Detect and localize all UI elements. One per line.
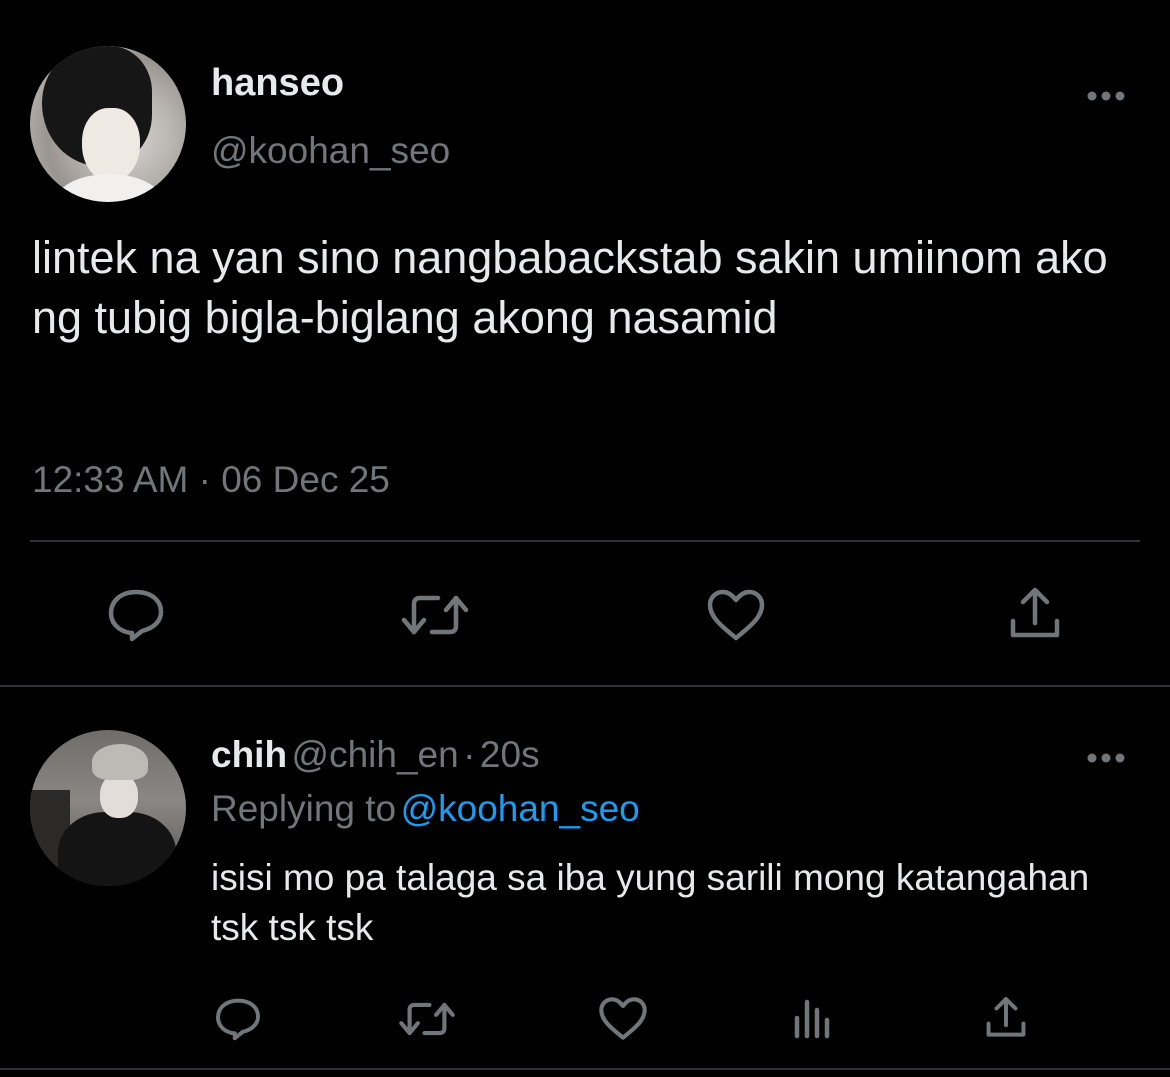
replying-to: Replying to @koohan_seo: [211, 788, 640, 830]
avatar[interactable]: [30, 730, 186, 886]
reply-author-name[interactable]: chih: [211, 734, 287, 775]
avatar-face: [100, 774, 138, 818]
reply-icon[interactable]: [214, 996, 262, 1042]
reply-icon[interactable]: [106, 587, 166, 643]
analytics-icon[interactable]: [793, 996, 833, 1040]
avatar[interactable]: [30, 46, 186, 202]
avatar-jacket: [58, 812, 176, 886]
reply-author-handle[interactable]: @chih_en: [292, 734, 459, 775]
reply-text: isisi mo pa talaga sa iba yung sarili mo…: [211, 857, 1090, 948]
avatar-hat: [92, 744, 148, 780]
more-options-icon[interactable]: [1087, 752, 1127, 764]
replying-to-handle[interactable]: @koohan_seo: [401, 788, 640, 829]
share-icon[interactable]: [1006, 585, 1064, 643]
tweet-author-handle[interactable]: @koohan_seo: [211, 130, 450, 172]
reply-header: chih @chih_en · 20s: [211, 734, 540, 776]
reply-age[interactable]: 20s: [480, 734, 540, 775]
avatar-face: [82, 108, 140, 182]
share-icon[interactable]: [983, 995, 1029, 1041]
more-options-icon[interactable]: [1087, 90, 1127, 102]
divider: [0, 1068, 1170, 1070]
tweet-author-name[interactable]: hanseo: [211, 62, 344, 105]
tweet-timestamp[interactable]: 12:33 AM · 06 Dec 25: [32, 459, 390, 501]
avatar-shoulder: [54, 174, 164, 202]
replying-to-label: Replying to: [211, 788, 397, 829]
retweet-icon[interactable]: [398, 998, 456, 1040]
reply-separator: ·: [463, 734, 476, 775]
like-icon[interactable]: [598, 996, 648, 1041]
divider: [30, 540, 1140, 542]
divider: [0, 685, 1170, 687]
retweet-icon[interactable]: [400, 590, 470, 640]
tweet-text: lintek na yan sino nangbabackstab sakin …: [32, 232, 1108, 343]
like-icon[interactable]: [706, 588, 766, 642]
